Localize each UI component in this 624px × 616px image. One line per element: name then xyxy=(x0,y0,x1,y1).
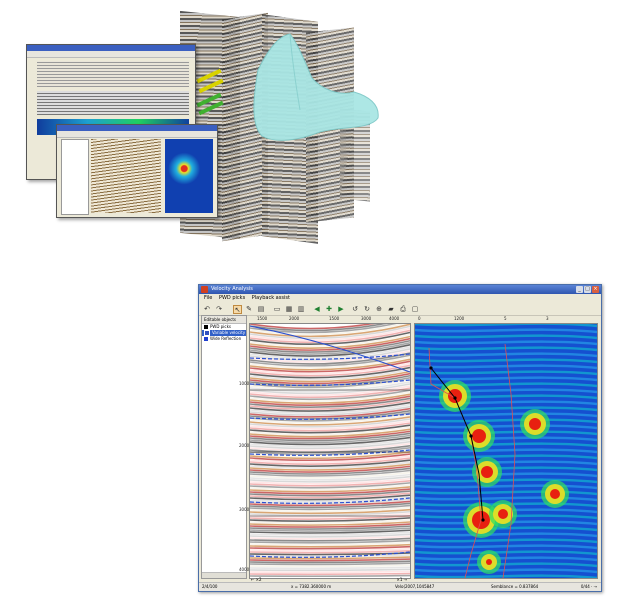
edit-icon[interactable]: ▤ xyxy=(257,305,265,313)
window-title: Velocity Analysis xyxy=(211,286,253,292)
status-bar: 2/4/100 x = 7382.360000 m Velo(2007,1045… xyxy=(199,582,601,591)
list-item-label: Variable velocity xyxy=(212,330,246,335)
tick-label: 3 xyxy=(546,316,549,321)
tick-label: 5 xyxy=(504,316,507,321)
print-icon[interactable]: ⎙ xyxy=(399,305,407,313)
velocity-analysis-window: Velocity Analysis _ □ × File PWD picks P… xyxy=(198,284,602,592)
pointer-icon[interactable]: ↖ xyxy=(233,305,242,314)
time-tick-label: 4000 xyxy=(239,567,250,572)
menu-file[interactable]: File xyxy=(204,295,212,301)
velocity-pick-point[interactable] xyxy=(469,434,473,438)
menu-pwd-picks[interactable]: PWD picks xyxy=(219,295,245,301)
layer-icon[interactable]: ▥ xyxy=(297,305,305,313)
status-right: 0/44 · → xyxy=(580,584,597,589)
status-velocity: Velo(2007,1045847 xyxy=(395,584,435,589)
time-tick-label: 1000 xyxy=(239,381,250,386)
screenshot-thumbnail xyxy=(56,124,218,218)
maximize-button[interactable]: □ xyxy=(584,286,591,293)
tick-label: 0 xyxy=(418,316,421,321)
velocity-pick-point[interactable] xyxy=(453,396,457,400)
seismic-3d-collage xyxy=(0,0,624,260)
status-x: x = 7382.360000 m xyxy=(291,584,332,589)
list-item-label: Wide Reflection xyxy=(210,336,242,341)
tick-label: 1500 xyxy=(329,316,340,321)
list-item[interactable]: Wide Reflection xyxy=(202,336,246,342)
copy-icon[interactable]: ▢ xyxy=(411,305,419,313)
folder-icon[interactable]: ▰ xyxy=(387,305,395,313)
horizontal-scrollbar[interactable] xyxy=(202,572,246,578)
semblance-plot[interactable] xyxy=(415,324,597,578)
status-position: 2/4/100 xyxy=(202,584,218,589)
title-bar: Velocity Analysis _ □ × xyxy=(199,285,601,294)
redo-arrow-icon[interactable]: ↻ xyxy=(363,305,371,313)
pan-icon[interactable]: ✚ xyxy=(325,305,333,313)
panel-header: Editable objects xyxy=(202,316,246,324)
undo-icon[interactable]: ↶ xyxy=(203,305,211,313)
app-icon xyxy=(201,286,208,293)
open-icon[interactable]: ▭ xyxy=(273,305,281,313)
forward-icon[interactable]: ▶ xyxy=(337,305,345,313)
semblance-ruler: 0 1200 5 3 xyxy=(414,315,596,323)
cmp-gather-view[interactable] xyxy=(249,323,411,579)
back-icon[interactable]: ◀ xyxy=(313,305,321,313)
menu-playback-assist[interactable]: Playback assist xyxy=(252,295,290,301)
redo-icon[interactable]: ↷ xyxy=(215,305,223,313)
menu-bar: File PWD picks Playback assist xyxy=(199,294,601,303)
velocity-pick-point[interactable] xyxy=(429,366,433,370)
minimize-button[interactable]: _ xyxy=(576,286,583,293)
time-tick-label: 2000 xyxy=(239,443,250,448)
color-swatch xyxy=(204,325,208,329)
tick-label: 2000 xyxy=(289,316,300,321)
velocity-pick-point[interactable] xyxy=(481,518,485,522)
pick-icon[interactable]: ✎ xyxy=(245,305,253,313)
color-swatch xyxy=(204,337,208,341)
status-semblance: Semblance = 0.837864 xyxy=(491,584,539,589)
zoom-icon[interactable]: ⊕ xyxy=(375,305,383,313)
tick-label: 4000 xyxy=(389,316,400,321)
save-icon[interactable]: ▦ xyxy=(285,305,293,313)
gather-ruler: 1500 2000 1500 3000 4000 xyxy=(249,315,409,323)
semblance-view[interactable] xyxy=(414,323,598,579)
seismic-gather[interactable] xyxy=(250,324,410,578)
undo-arrow-icon[interactable]: ↺ xyxy=(351,305,359,313)
tick-label: 3000 xyxy=(361,316,372,321)
tick-label: 1200 xyxy=(454,316,465,321)
close-button[interactable]: × xyxy=(592,286,599,293)
tick-label: 1500 xyxy=(257,316,268,321)
time-tick-label: 3000 xyxy=(239,507,250,512)
list-item-label: PWD picks xyxy=(210,324,231,329)
